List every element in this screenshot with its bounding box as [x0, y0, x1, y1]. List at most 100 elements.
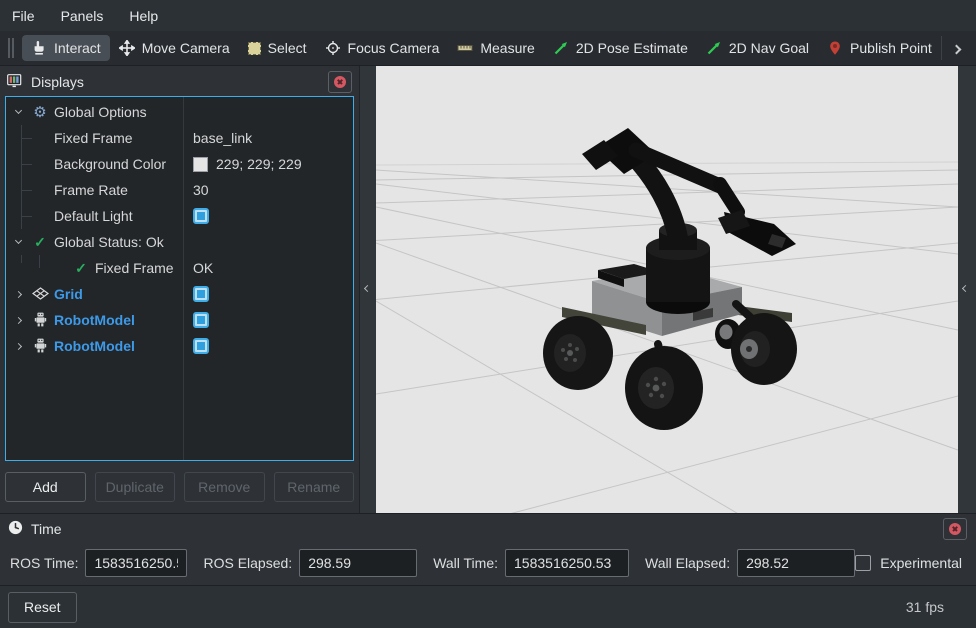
wall-time-input[interactable] — [505, 549, 629, 577]
row-label: Global Status: Ok — [54, 234, 164, 250]
tree-row-background-color[interactable]: Background Color 229; 229; 229 — [6, 151, 353, 177]
indent-guide — [11, 203, 49, 229]
gear-icon: ⚙ — [31, 105, 49, 120]
tool-move-camera[interactable]: Move Camera — [110, 35, 239, 61]
reset-button[interactable]: Reset — [8, 592, 77, 623]
checkbox-checked[interactable] — [193, 208, 209, 224]
panel-collapse-handle-left[interactable] — [360, 66, 376, 513]
row-label: Frame Rate — [54, 182, 128, 198]
expander-icon[interactable] — [11, 318, 26, 323]
experimental-checkbox[interactable] — [855, 555, 871, 571]
tree-row-fixed-frame-status[interactable]: ✓ Fixed Frame OK — [6, 255, 353, 281]
color-swatch[interactable] — [193, 157, 208, 172]
chevron-right-icon — [952, 45, 962, 55]
tool-2d-nav-goal[interactable]: 2D Nav Goal — [697, 35, 818, 61]
close-icon — [949, 523, 961, 535]
remove-button[interactable]: Remove — [184, 472, 265, 502]
row-value[interactable]: base_link — [193, 130, 252, 146]
menu-help[interactable]: Help — [123, 5, 164, 27]
status-ok-icon: ✓ — [31, 235, 49, 249]
chevron-left-icon — [364, 285, 371, 292]
green-arrow-icon — [553, 40, 569, 56]
menu-file[interactable]: File — [6, 5, 41, 27]
rviz-window: File Panels Help Interact Move Camera Se… — [0, 0, 976, 628]
select-area-icon — [248, 42, 261, 55]
expander-icon[interactable] — [11, 111, 26, 113]
tool-interact[interactable]: Interact — [22, 35, 110, 61]
displays-close-button[interactable] — [328, 71, 352, 93]
tool-2d-pose-estimate[interactable]: 2D Pose Estimate — [544, 35, 697, 61]
rename-button[interactable]: Rename — [274, 472, 355, 502]
robot-icon — [31, 338, 49, 355]
tool-label: Measure — [480, 40, 534, 56]
hand-icon — [31, 40, 47, 56]
add-button[interactable]: Add — [5, 472, 86, 502]
tree-row-frame-rate[interactable]: Frame Rate 30 — [6, 177, 353, 203]
toolbar-drag-handle[interactable] — [8, 38, 14, 58]
row-label: Global Options — [54, 104, 147, 120]
menu-panels[interactable]: Panels — [55, 5, 110, 27]
expander-icon[interactable] — [11, 241, 26, 243]
tool-measure[interactable]: Measure — [448, 35, 543, 61]
tree-row-robotmodel-1[interactable]: RobotModel — [6, 307, 353, 333]
row-label: RobotModel — [54, 338, 135, 354]
tree-row-default-light[interactable]: Default Light — [6, 203, 353, 229]
tree-row-global-status[interactable]: ✓ Global Status: Ok — [6, 229, 353, 255]
tree-row-grid[interactable]: Grid — [6, 281, 353, 307]
row-value[interactable]: 229; 229; 229 — [216, 156, 302, 172]
displays-panel-header[interactable]: Displays — [0, 66, 359, 96]
tree-row-robotmodel-2[interactable]: RobotModel — [6, 333, 353, 359]
ros-elapsed-input[interactable] — [299, 549, 417, 577]
tool-select[interactable]: Select — [239, 35, 316, 61]
indent-guide — [11, 177, 49, 203]
status-bar: Reset 31 fps — [0, 585, 976, 628]
ros-time-input[interactable] — [85, 549, 187, 577]
duplicate-button[interactable]: Duplicate — [95, 472, 176, 502]
displays-tree[interactable]: ⚙ Global Options Fixed Frame base_link B… — [5, 96, 354, 461]
indent-guide — [11, 255, 67, 281]
panel-title: Displays — [31, 74, 84, 90]
status-ok-icon: ✓ — [72, 261, 90, 275]
move-camera-icon — [119, 40, 135, 56]
checkbox-checked[interactable] — [193, 312, 209, 328]
displays-icon — [7, 74, 23, 91]
panel-title: Time — [31, 521, 62, 537]
row-label: Background Color — [54, 156, 166, 172]
tool-label: 2D Nav Goal — [729, 40, 809, 56]
row-label: Default Light — [54, 208, 133, 224]
tool-label: Interact — [54, 40, 101, 56]
wall-elapsed-input[interactable] — [737, 549, 855, 577]
tool-focus-camera[interactable]: Focus Camera — [316, 35, 449, 61]
robot-icon — [31, 312, 49, 329]
chevron-left-icon — [962, 285, 969, 292]
tool-label: Select — [268, 40, 307, 56]
tool-publish-point[interactable]: Publish Point — [818, 35, 941, 61]
time-panel: Time ROS Time: ROS Elapsed: Wall Time: W… — [0, 513, 976, 585]
checkbox-checked[interactable] — [193, 286, 209, 302]
toolbar-overflow-button[interactable] — [941, 36, 970, 60]
row-value[interactable]: 30 — [193, 182, 209, 198]
indent-guide — [11, 125, 49, 151]
time-close-button[interactable] — [943, 518, 967, 540]
checkbox-checked[interactable] — [193, 338, 209, 354]
tree-row-global-options[interactable]: ⚙ Global Options — [6, 99, 353, 125]
tool-label: Move Camera — [142, 40, 230, 56]
expander-icon[interactable] — [11, 344, 26, 349]
row-label: Grid — [54, 286, 83, 302]
grid-icon — [31, 287, 49, 302]
time-panel-header[interactable]: Time — [0, 514, 976, 542]
wall-time-label: Wall Time: — [433, 555, 498, 571]
ros-elapsed-label: ROS Elapsed: — [203, 555, 292, 571]
3d-viewport[interactable] — [376, 66, 958, 513]
wall-elapsed-label: Wall Elapsed: — [645, 555, 730, 571]
clock-icon — [8, 520, 23, 538]
close-icon — [334, 76, 346, 88]
toolbar: Interact Move Camera Select Focus Camera… — [0, 31, 976, 66]
indent-guide — [11, 151, 49, 177]
main-area: Displays ⚙ Global Options Fixed Frame — [0, 66, 976, 513]
expander-icon[interactable] — [11, 292, 26, 297]
row-label: Fixed Frame — [95, 260, 174, 276]
tree-row-fixed-frame[interactable]: Fixed Frame base_link — [6, 125, 353, 151]
panel-collapse-handle-right[interactable] — [958, 66, 976, 513]
row-label: Fixed Frame — [54, 130, 133, 146]
